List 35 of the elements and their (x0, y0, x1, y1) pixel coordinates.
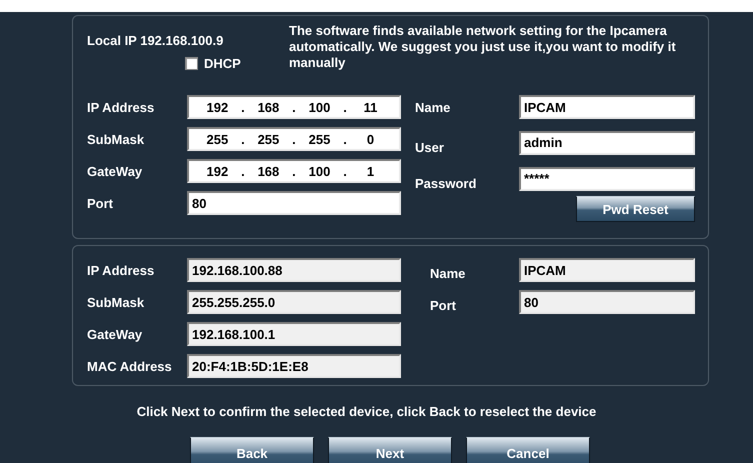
input-field[interactable]: ***** (519, 166, 695, 190)
wizard-button[interactable]: Back (190, 437, 314, 463)
dhcp-label: DHCP (204, 56, 241, 71)
field-label: SubMask (87, 132, 146, 146)
field-label: User (415, 140, 445, 155)
input-field[interactable]: 192 . 168 . 100 . 11 (187, 95, 401, 119)
input-field[interactable]: IPCAM (519, 258, 695, 282)
field-label: Port (429, 298, 457, 312)
instruction-text: Click Next to confirm the selected device, click Back to reselect the device (136, 404, 598, 419)
input-field[interactable]: 192.168.100.1 (187, 322, 401, 346)
dhcp-checkbox[interactable] (185, 57, 198, 70)
field-label: GateWay (87, 164, 144, 178)
field-label: Port (87, 196, 114, 210)
field-label: IP Address (87, 262, 156, 278)
field-label: IP Address (87, 100, 156, 114)
field-label: SubMask (87, 294, 146, 310)
field-label: Name (415, 100, 452, 114)
input-field[interactable]: 192 . 168 . 100 . 1 (187, 159, 401, 183)
input-field[interactable]: 80 (519, 290, 695, 314)
field-label: GateWay (87, 326, 144, 342)
input-field[interactable]: 255.255.255.0 (187, 290, 401, 314)
wizard-button[interactable]: Cancel (466, 437, 590, 463)
field-label: Password (415, 176, 478, 191)
wizard-button[interactable]: Next (328, 437, 452, 463)
notice-text: The software finds available network setting for the Ipcamera automatically. We suggest you just use it,you want to modify it manually (289, 23, 677, 72)
input-field[interactable]: IPCAM (519, 95, 695, 119)
input-field[interactable]: 192.168.100.88 (187, 258, 401, 282)
input-field[interactable]: 20:F4:1B:5D:1E:E8 (187, 354, 401, 378)
input-field[interactable]: admin (519, 130, 695, 154)
local-ip-label: Local IP 192.168.100.9 (87, 33, 224, 48)
pwd-reset-button[interactable]: Pwd Reset (576, 196, 695, 222)
field-label: MAC Address (87, 358, 173, 374)
field-label: Name (429, 266, 466, 280)
input-field[interactable]: 80 (187, 191, 401, 215)
input-field[interactable]: 255 . 255 . 255 . 0 (187, 127, 401, 151)
